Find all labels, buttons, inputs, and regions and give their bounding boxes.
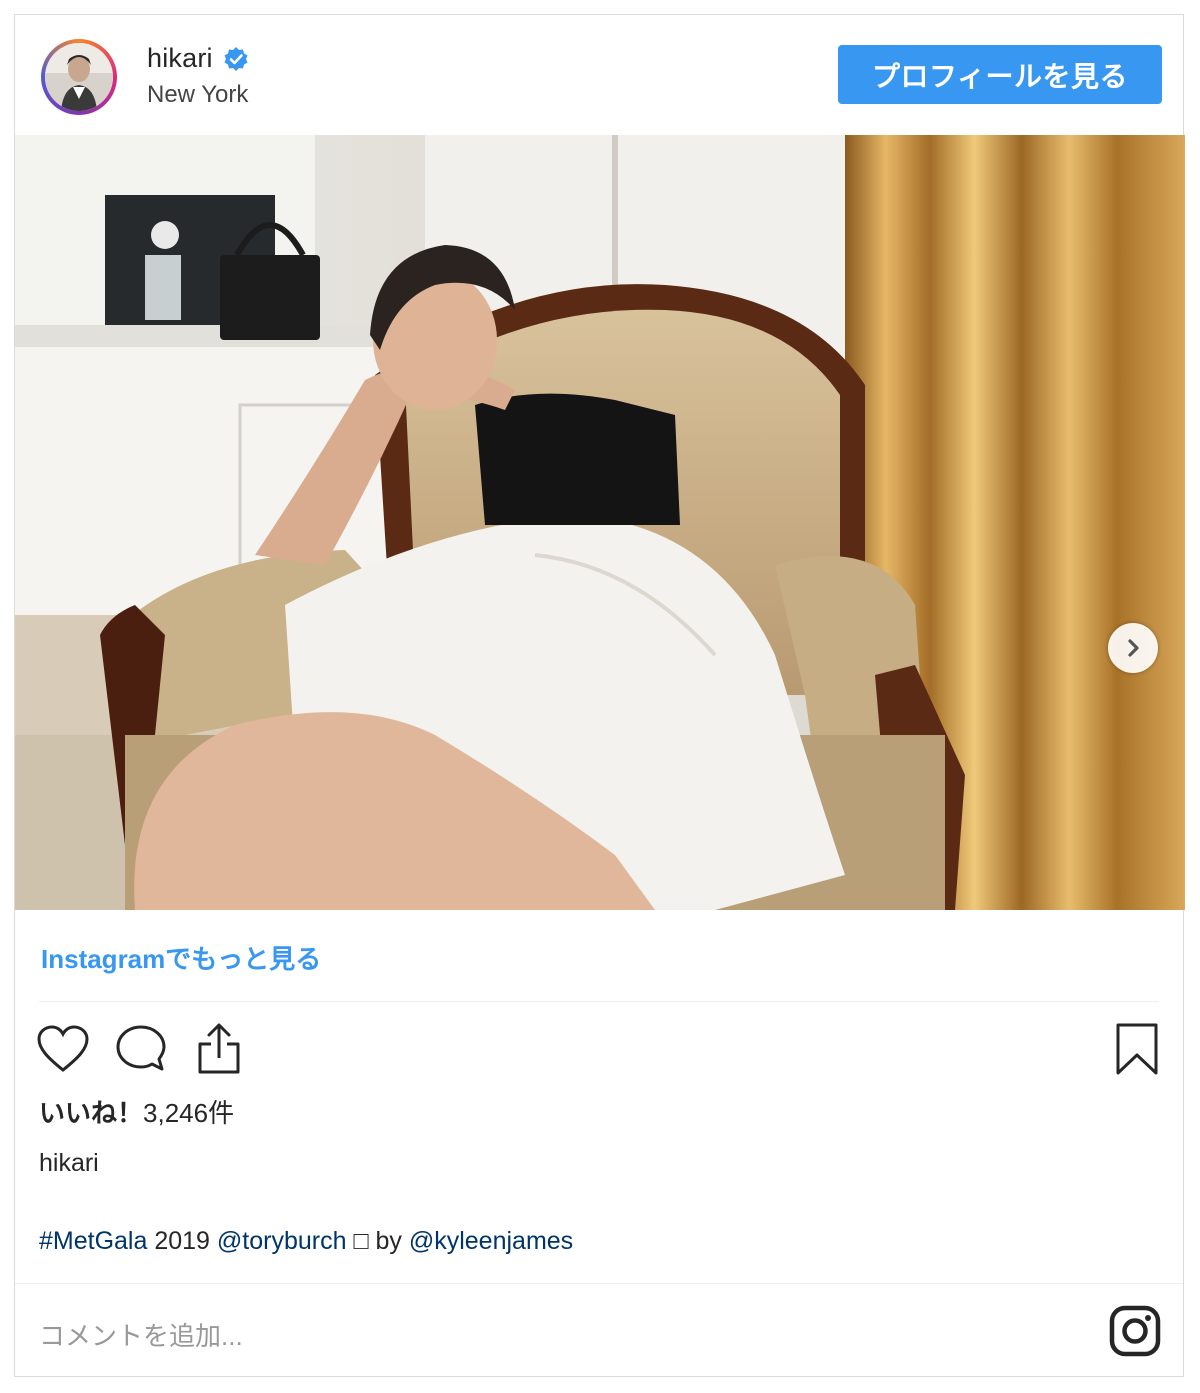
post-header: hikari New York プロフィールを見る <box>15 15 1183 135</box>
caption-text: #MetGala 2019 @toryburch □ by @kyleenjam… <box>39 1227 573 1256</box>
divider <box>15 1283 1183 1284</box>
username[interactable]: hikari <box>147 43 213 74</box>
view-profile-button[interactable]: プロフィールを見る <box>838 45 1162 104</box>
divider <box>39 1001 1159 1002</box>
caption-year: 2019 <box>147 1227 217 1255</box>
caption-middle: □ by <box>346 1227 409 1255</box>
add-comment-input[interactable]: コメントを追加... <box>39 1316 243 1353</box>
location[interactable]: New York <box>147 81 248 109</box>
caption-username[interactable]: hikari <box>39 1149 99 1178</box>
share-icon <box>198 1023 240 1074</box>
likes-number: 3,246件 <box>143 1098 235 1128</box>
post-photo[interactable] <box>15 135 1185 910</box>
instagram-logo-icon[interactable] <box>1109 1305 1161 1357</box>
mention-link-2[interactable]: @kyleenjames <box>409 1227 573 1255</box>
share-button[interactable] <box>191 1019 247 1079</box>
mention-link[interactable]: @toryburch <box>217 1227 347 1255</box>
avatar-image <box>45 43 113 111</box>
bookmark-icon <box>1116 1023 1158 1075</box>
heart-icon <box>37 1025 89 1072</box>
comment-icon <box>116 1025 166 1071</box>
instagram-embed-card: hikari New York プロフィールを見る Instagramでもっと見… <box>14 14 1185 1377</box>
comment-button[interactable] <box>113 1019 169 1079</box>
likes-label: いいね！ <box>39 1098 144 1128</box>
chevron-right-icon <box>1128 639 1139 657</box>
verified-badge-icon <box>224 46 248 71</box>
avatar[interactable] <box>41 39 117 115</box>
action-bar <box>15 1019 1183 1089</box>
bookmark-button[interactable] <box>1109 1019 1165 1079</box>
next-photo-button[interactable] <box>1108 623 1158 673</box>
hashtag-link[interactable]: #MetGala <box>39 1227 147 1255</box>
like-button[interactable] <box>35 1019 91 1079</box>
likes-count[interactable]: いいね！3,246件 <box>39 1093 234 1130</box>
view-more-on-instagram-link[interactable]: Instagramでもっと見る <box>41 939 321 976</box>
